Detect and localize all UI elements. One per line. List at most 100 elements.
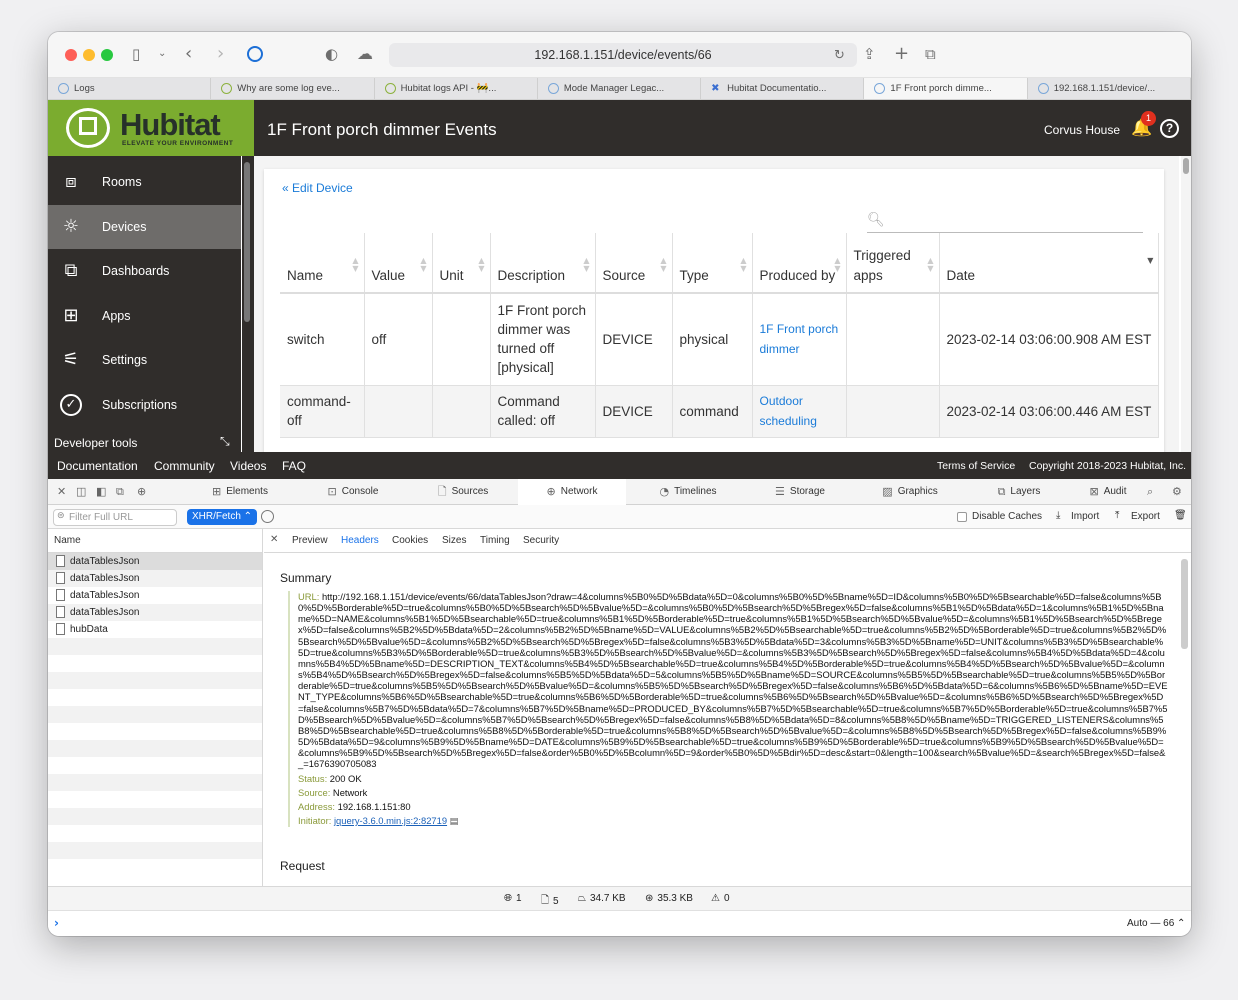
export-icon[interactable]: ⤒ [1115,510,1119,521]
column-header-unit[interactable]: Unit ▲ ▼ [432,233,491,294]
cloud-icon[interactable]: ☁ [357,44,373,64]
expand-arrows-icon[interactable]: ⤡ [220,434,230,449]
column-header-triggered-apps[interactable]: Triggered apps ▲ ▼ [846,233,940,294]
initiator-link[interactable]: jquery-3.6.0.min.js:2:82719 [334,815,447,826]
reload-icon[interactable]: ↻ [834,46,845,66]
detach-icon[interactable]: ⧉ [116,485,124,499]
devtools-tab-storage[interactable]: ☰ Storage [748,479,852,505]
close-detail-icon[interactable]: ✕ [270,534,278,545]
sidebar-toggle-icon[interactable]: ▯ [132,44,140,64]
column-header-value[interactable]: Value ▲ ▼ [364,233,433,294]
tab-overview-icon[interactable]: ⧉ [925,44,936,64]
export-button[interactable]: Export [1131,511,1160,522]
dock-bottom-icon[interactable]: ◫ [76,485,86,498]
hub-name[interactable]: Corvus House [1044,123,1120,137]
close-window-button[interactable] [65,49,77,61]
content-scrollbar[interactable] [1181,156,1191,452]
browser-tab[interactable]: Hubitat logs API - 🚧... [375,78,538,99]
developer-tools-link[interactable]: Developer tools [54,436,137,450]
detail-scroll-thumb[interactable] [1181,559,1188,649]
sidebar-item-devices[interactable]: ☼ Devices [48,204,241,249]
hubitat-logo[interactable]: Hubitat ELEVATE YOUR ENVIRONMENT [48,100,254,156]
detail-tab-timing[interactable]: Timing [480,535,510,546]
sort-icon[interactable]: ▲ ▼ [834,257,840,273]
column-header-produced-by[interactable]: Produced by ▲ ▼ [752,233,847,294]
column-header-name[interactable]: Name ▲ ▼ [280,233,365,294]
produced-by-link[interactable]: Outdoor scheduling [760,394,817,428]
chevron-down-icon[interactable]: ⌄ [158,44,166,64]
detail-tab-sizes[interactable]: Sizes [442,535,466,546]
network-request-row[interactable]: dataTablesJson [48,587,262,604]
import-button[interactable]: Import [1071,511,1099,522]
sort-icon[interactable]: ▲ ▼ [478,257,484,273]
table-search-input[interactable]: 🔍︎ [867,212,1143,233]
devtools-tab-audit[interactable]: ⊠ Audit [1072,479,1144,505]
network-request-row[interactable]: dataTablesJson [48,570,262,587]
console-prompt-row[interactable]: › Auto — 66 ⌃ [48,910,1191,936]
minimize-window-button[interactable] [83,49,95,61]
detail-tab-security[interactable]: Security [523,535,559,546]
filter-url-input[interactable]: Filter Full URL [53,509,177,526]
footer-link-community[interactable]: Community [154,459,215,473]
column-header-description[interactable]: Description ▲ ▼ [490,233,596,294]
close-devtools-icon[interactable]: ✕ [57,485,66,498]
footer-link-videos[interactable]: Videos [230,459,266,473]
sort-desc-icon[interactable]: ▼ [1147,257,1153,265]
browser-tab[interactable]: Mode Manager Legac... [538,78,702,99]
content-scroll-thumb[interactable] [1183,158,1189,174]
call-stack-icon[interactable]: ▤ [450,816,459,827]
sort-icon[interactable]: ▲ ▼ [927,257,933,273]
clear-trash-icon[interactable]: 🗑︎ [1174,510,1187,521]
console-context-select[interactable]: Auto — 66 ⌃ [1127,918,1185,929]
address-bar[interactable]: 192.168.1.151/device/events/66 [389,43,857,67]
devtools-settings-icon[interactable]: ⚙ [1172,485,1182,498]
devtools-tab-network[interactable]: ⊕ Network [518,479,626,505]
sidebar-scroll-thumb[interactable] [244,162,250,322]
devtools-tab-elements[interactable]: ⊞ Elements [185,479,295,505]
footer-link-faq[interactable]: FAQ [282,459,306,473]
browser-tab[interactable]: Why are some log eve... [211,78,375,99]
column-header-type[interactable]: Type ▲ ▼ [672,233,753,294]
browser-tab[interactable]: ✖ Hubitat Documentatio... [701,78,865,99]
inspect-target-icon[interactable]: ⊕ [137,485,146,498]
detail-tab-cookies[interactable]: Cookies [392,535,428,546]
help-icon[interactable]: ? [1160,119,1179,138]
produced-by-link[interactable]: 1F Front porch dimmer [760,322,839,356]
back-icon[interactable]: ‹ [185,44,192,64]
devtools-tab-sources[interactable]: 🗋 Sources [410,479,516,505]
edit-device-link[interactable]: « Edit Device [282,181,353,195]
sort-icon[interactable]: ▲ ▼ [740,257,746,273]
disable-caches-checkbox[interactable] [957,512,967,522]
devtools-tab-console[interactable]: ⊡ Console [299,479,407,505]
column-header-source[interactable]: Source ▲ ▼ [595,233,673,294]
network-request-row[interactable]: hubData [48,621,262,638]
devtools-search-icon[interactable]: ⌕ [1147,485,1153,499]
new-tab-icon[interactable]: + [894,44,909,64]
grouping-filter-icon[interactable] [261,510,274,523]
column-header-date[interactable]: Date ▼ [939,233,1160,294]
sidebar-item-dashboards[interactable]: ⧉ Dashboards [48,249,241,293]
forward-icon[interactable]: › [217,44,224,64]
network-request-row[interactable]: dataTablesJson [48,553,262,570]
resource-type-filter[interactable]: XHR/Fetch ⌃ [187,509,258,525]
footer-link-documentation[interactable]: Documentation [57,459,138,473]
devtools-tab-timelines[interactable]: ◔ Timelines [630,479,746,505]
sort-icon[interactable]: ▲ ▼ [583,257,589,273]
sidebar-item-subscriptions[interactable]: ✓ Subscriptions [48,383,241,427]
detail-tab-headers[interactable]: Headers [341,535,379,546]
sidebar-item-settings[interactable]: ⚟ Settings [48,338,241,382]
name-column-header[interactable]: Name [48,529,262,553]
devtools-tab-layers[interactable]: ⧉ Layers [969,479,1069,505]
sort-icon[interactable]: ▲ ▼ [420,257,426,273]
network-request-row[interactable]: dataTablesJson [48,604,262,621]
sidebar-item-apps[interactable]: ⊞ Apps [48,294,241,338]
zoom-window-button[interactable] [101,49,113,61]
sidebar-item-rooms[interactable]: ⧈ Rooms [48,160,241,204]
sort-icon[interactable]: ▲ ▼ [660,257,666,273]
browser-tab[interactable]: 1F Front porch dimme... [864,78,1028,99]
share-icon[interactable]: ⇪ [863,44,876,64]
import-icon[interactable]: ⤓ [1056,510,1060,521]
terms-link[interactable]: Terms of Service [937,460,1015,472]
detail-tab-preview[interactable]: Preview [292,535,328,546]
browser-tab[interactable]: 192.168.1.151/device/... [1028,78,1191,99]
